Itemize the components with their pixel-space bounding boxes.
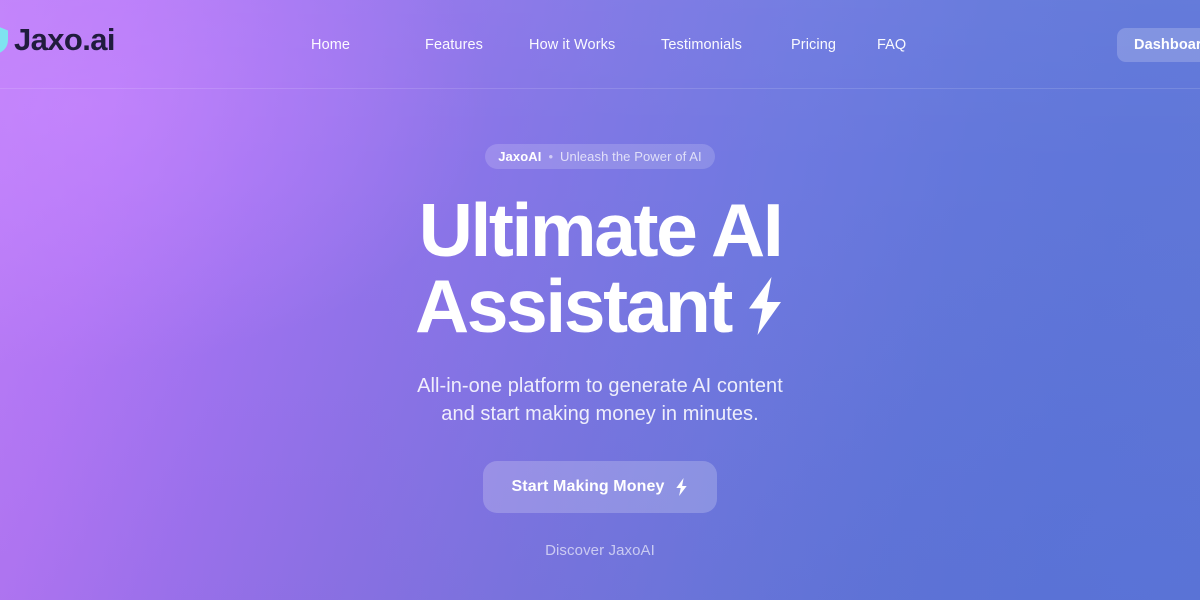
dashboard-button[interactable]: Dashboard — [1117, 28, 1200, 62]
lightning-bolt-icon — [676, 478, 688, 496]
nav-item-how-it-works[interactable]: How it Works — [529, 36, 661, 54]
hero-badge-separator: • — [548, 149, 553, 164]
hero-headline-text-1: Ultimate AI — [418, 188, 784, 272]
site-header: Jaxo.ai Home Features How it Works Testi… — [0, 0, 1200, 89]
hero-subheading-line-2: and start making money in minutes. — [441, 403, 759, 425]
hero-badge-brand: JaxoAI — [498, 149, 542, 164]
cta-label: Start Making Money — [511, 478, 665, 495]
lightning-bolt-icon — [749, 277, 781, 335]
hero-badge-text: Unleash the Power of AI — [560, 149, 702, 164]
hero-badge: JaxoAI • Unleash the Power of AI — [485, 144, 715, 169]
hero-subheading: All-in-one platform to generate AI conte… — [417, 372, 783, 428]
brand-name: Jaxo.ai — [14, 22, 116, 57]
hero-headline-line-1: Ultimate AI — [415, 192, 785, 268]
hero-section: JaxoAI • Unleash the Power of AI Ultimat… — [0, 89, 1200, 600]
nav-item-features[interactable]: Features — [425, 36, 529, 54]
hero-headline: Ultimate AI Assistant — [415, 192, 785, 344]
main-navigation: Home Features How it Works Testimonials … — [311, 36, 906, 54]
nav-item-faq[interactable]: FAQ — [877, 36, 906, 54]
hero-subheading-line-1: All-in-one platform to generate AI conte… — [417, 375, 783, 397]
shield-logo-mark-icon — [0, 26, 8, 53]
hero-headline-line-2: Assistant — [415, 268, 785, 344]
brand-logo[interactable]: Jaxo.ai — [0, 22, 116, 57]
discover-jaxoai-link[interactable]: Discover JaxoAI — [545, 542, 655, 559]
nav-item-testimonials[interactable]: Testimonials — [661, 36, 791, 54]
nav-item-home[interactable]: Home — [311, 36, 425, 54]
nav-item-pricing[interactable]: Pricing — [791, 36, 877, 54]
hero-headline-text-2: Assistant — [414, 264, 733, 348]
start-making-money-button[interactable]: Start Making Money — [482, 461, 718, 513]
